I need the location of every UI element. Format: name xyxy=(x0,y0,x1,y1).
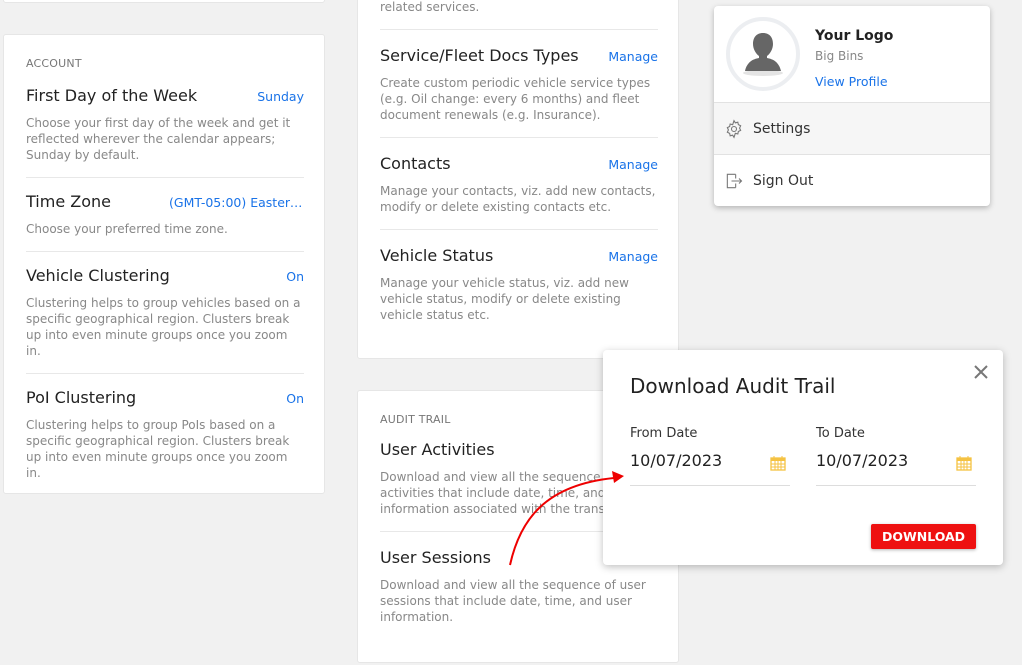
setting-title: PoI Clustering xyxy=(26,388,137,407)
setting-desc: Manage your contacts, viz. add new conta… xyxy=(380,184,656,214)
section-title: ACCOUNT xyxy=(26,57,82,70)
calendar-icon[interactable] xyxy=(770,455,786,471)
user-silhouette-icon xyxy=(743,33,783,76)
first-day-value[interactable]: Sunday xyxy=(257,89,304,104)
download-button[interactable]: DOWNLOAD xyxy=(871,524,976,549)
settings-label: Settings xyxy=(753,120,811,137)
setting-desc: Manage your vehicle status, viz. add new… xyxy=(380,276,629,322)
setting-title: First Day of the Week xyxy=(26,86,198,105)
card-top-fragment xyxy=(3,0,325,3)
previous-item: related services. xyxy=(380,0,658,30)
setting-title: Service/Fleet Docs Types xyxy=(380,46,579,65)
to-date-input[interactable]: 10/07/2023 xyxy=(816,451,976,470)
setting-time-zone: Time Zone (GMT-05:00) Eastern ... Choose … xyxy=(26,178,304,252)
from-date-field[interactable]: From Date 10/07/2023 xyxy=(630,426,790,486)
profile-company: Big Bins xyxy=(815,49,864,63)
from-date-label: From Date xyxy=(630,426,698,441)
profile-dropdown: Your Logo Big Bins View Profile Settings… xyxy=(714,6,990,206)
manage-link[interactable]: Manage xyxy=(608,49,658,64)
setting-title: Time Zone xyxy=(26,192,111,211)
setting-desc: related services. xyxy=(380,0,480,14)
download-audit-trail-modal: Download Audit Trail From Date 10/07/202… xyxy=(603,350,1003,565)
setting-desc: Download and view all the sequence of us… xyxy=(380,578,646,624)
setting-first-day: First Day of the Week Sunday Choose your … xyxy=(26,70,304,178)
settings-menu-item[interactable]: Settings xyxy=(714,102,990,154)
setting-desc: Clustering helps to group vehicles based… xyxy=(26,296,301,358)
to-date-field[interactable]: To Date 10/07/2023 xyxy=(816,426,976,486)
setting-vehicle-clustering: Vehicle Clustering On Clustering helps to… xyxy=(26,252,304,374)
account-card: ACCOUNT First Day of the Week Sunday Choo… xyxy=(3,34,325,494)
sign-out-icon xyxy=(726,173,743,188)
manage-vehicle-status: Vehicle Status Manage Manage your vehicle… xyxy=(380,230,658,337)
view-profile-link[interactable]: View Profile xyxy=(815,74,888,89)
modal-title: Download Audit Trail xyxy=(630,374,836,398)
manage-contacts: Contacts Manage Manage your contacts, viz… xyxy=(380,138,658,230)
setting-title: Vehicle Status xyxy=(380,246,494,265)
manage-link[interactable]: Manage xyxy=(608,157,658,172)
setting-desc: Choose your preferred time zone. xyxy=(26,222,228,236)
setting-poi-clustering: PoI Clustering On Clustering helps to gro… xyxy=(26,374,304,495)
from-date-input[interactable]: 10/07/2023 xyxy=(630,451,790,470)
poi-clustering-toggle[interactable]: On xyxy=(286,391,304,406)
calendar-icon[interactable] xyxy=(956,455,972,471)
avatar xyxy=(726,17,800,91)
vehicle-clustering-toggle[interactable]: On xyxy=(286,269,304,284)
manage-card: related services. Service/Fleet Docs Typ… xyxy=(357,0,679,359)
setting-desc: Clustering helps to group PoIs based on … xyxy=(26,418,290,480)
manage-service-types: Service/Fleet Docs Types Manage Create cu… xyxy=(380,30,658,138)
close-icon[interactable] xyxy=(973,364,989,380)
sign-out-label: Sign Out xyxy=(753,172,814,189)
setting-desc: Choose your first day of the week and ge… xyxy=(26,116,291,162)
setting-title: Vehicle Clustering xyxy=(26,266,170,285)
manage-link[interactable]: Manage xyxy=(608,249,658,264)
to-date-label: To Date xyxy=(816,426,865,441)
profile-name: Your Logo xyxy=(815,28,894,44)
setting-desc: Create custom periodic vehicle service t… xyxy=(380,76,651,122)
time-zone-value[interactable]: (GMT-05:00) Eastern ... xyxy=(169,195,304,210)
setting-title: Contacts xyxy=(380,154,451,173)
gear-icon xyxy=(726,118,742,139)
sign-out-menu-item[interactable]: Sign Out xyxy=(714,154,990,206)
